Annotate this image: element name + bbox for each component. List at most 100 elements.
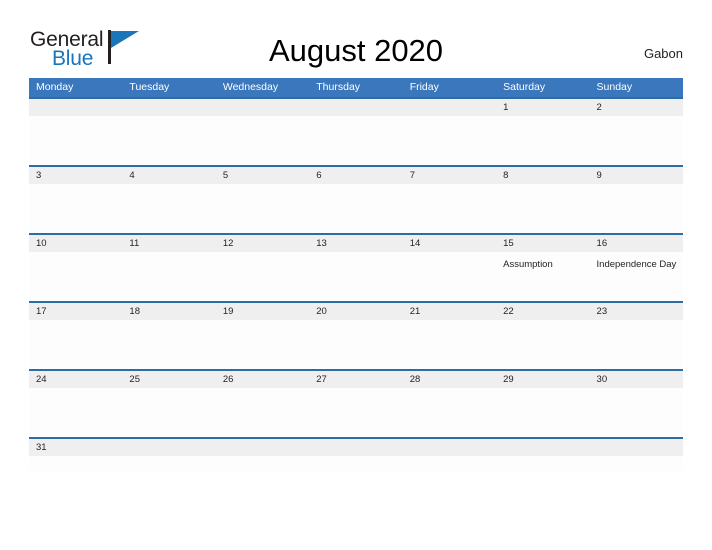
day-cell[interactable] <box>216 456 309 471</box>
day-cell[interactable] <box>403 320 496 369</box>
day-cell[interactable]: Assumption <box>496 252 589 301</box>
date-number[interactable] <box>309 439 402 456</box>
page-header: General Blue August 2020 Gabon <box>0 0 712 78</box>
date-number[interactable] <box>403 439 496 456</box>
weekday-header-thursday: Thursday <box>316 81 361 93</box>
date-number[interactable]: 27 <box>309 371 402 388</box>
day-cell[interactable] <box>216 320 309 369</box>
day-cell[interactable] <box>403 252 496 301</box>
day-cell[interactable] <box>496 184 589 233</box>
date-number[interactable]: 8 <box>496 167 589 184</box>
date-number[interactable] <box>590 439 683 456</box>
day-cell[interactable] <box>309 388 402 437</box>
date-number[interactable]: 17 <box>29 303 122 320</box>
day-cell[interactable] <box>309 116 402 165</box>
date-number[interactable]: 12 <box>216 235 309 252</box>
day-cell[interactable] <box>590 320 683 369</box>
day-cell[interactable] <box>216 116 309 165</box>
date-number[interactable] <box>216 439 309 456</box>
day-cell[interactable] <box>403 456 496 471</box>
weekday-header-wednesday: Wednesday <box>222 81 279 93</box>
day-cell[interactable] <box>496 320 589 369</box>
day-cell[interactable] <box>309 320 402 369</box>
date-number[interactable]: 30 <box>590 371 683 388</box>
date-number[interactable]: 15 <box>496 235 589 252</box>
date-number[interactable]: 18 <box>122 303 215 320</box>
day-cell[interactable] <box>29 456 122 471</box>
date-number[interactable]: 7 <box>403 167 496 184</box>
date-number[interactable] <box>122 439 215 456</box>
day-cell[interactable]: Independence Day <box>590 252 683 301</box>
day-cell[interactable] <box>496 456 589 471</box>
date-number[interactable] <box>216 99 309 116</box>
holiday-label: Independence Day <box>596 259 677 270</box>
weekday-header-row: Monday Tuesday Wednesday Thursday Friday… <box>29 78 683 97</box>
date-number[interactable]: 3 <box>29 167 122 184</box>
day-cell[interactable] <box>29 252 122 301</box>
date-number[interactable] <box>309 99 402 116</box>
week-body-band <box>29 388 683 437</box>
day-cell[interactable] <box>496 116 589 165</box>
day-cell[interactable] <box>309 252 402 301</box>
day-cell[interactable] <box>29 320 122 369</box>
date-number[interactable]: 14 <box>403 235 496 252</box>
day-cell[interactable] <box>29 184 122 233</box>
day-cell[interactable] <box>122 456 215 471</box>
date-number[interactable]: 22 <box>496 303 589 320</box>
day-cell[interactable] <box>122 320 215 369</box>
date-number[interactable]: 2 <box>590 99 683 116</box>
day-cell[interactable] <box>122 184 215 233</box>
day-cell[interactable] <box>590 388 683 437</box>
day-cell[interactable] <box>122 388 215 437</box>
date-number[interactable]: 26 <box>216 371 309 388</box>
date-number[interactable]: 4 <box>122 167 215 184</box>
day-cell[interactable] <box>403 184 496 233</box>
date-number[interactable]: 31 <box>29 439 122 456</box>
day-cell[interactable] <box>29 388 122 437</box>
date-number[interactable]: 9 <box>590 167 683 184</box>
day-cell[interactable] <box>590 116 683 165</box>
day-cell[interactable] <box>29 116 122 165</box>
week-date-band: 31 <box>29 439 683 456</box>
day-cell[interactable] <box>590 456 683 471</box>
date-number[interactable]: 10 <box>29 235 122 252</box>
week-row: 10 11 12 13 14 15 16 Assumption Independ… <box>29 233 683 301</box>
week-body-band <box>29 184 683 233</box>
day-cell[interactable] <box>216 184 309 233</box>
date-number[interactable]: 24 <box>29 371 122 388</box>
date-number[interactable] <box>29 99 122 116</box>
date-number[interactable] <box>496 439 589 456</box>
day-cell[interactable] <box>122 116 215 165</box>
day-cell[interactable] <box>216 252 309 301</box>
day-cell[interactable] <box>216 388 309 437</box>
day-cell[interactable] <box>403 388 496 437</box>
date-number[interactable]: 6 <box>309 167 402 184</box>
date-number[interactable]: 13 <box>309 235 402 252</box>
date-number[interactable]: 25 <box>122 371 215 388</box>
week-body-band <box>29 116 683 165</box>
date-number[interactable]: 11 <box>122 235 215 252</box>
week-date-band: 10 11 12 13 14 15 16 <box>29 235 683 252</box>
week-row: 17 18 19 20 21 22 23 <box>29 301 683 369</box>
date-number[interactable]: 21 <box>403 303 496 320</box>
date-number[interactable]: 28 <box>403 371 496 388</box>
date-number[interactable]: 19 <box>216 303 309 320</box>
day-cell[interactable] <box>590 184 683 233</box>
day-cell[interactable] <box>496 388 589 437</box>
date-number[interactable] <box>122 99 215 116</box>
week-date-band: 17 18 19 20 21 22 23 <box>29 303 683 320</box>
date-number[interactable]: 16 <box>590 235 683 252</box>
weekday-header-monday: Monday <box>36 81 74 93</box>
day-cell[interactable] <box>122 252 215 301</box>
day-cell[interactable] <box>403 116 496 165</box>
date-number[interactable]: 1 <box>496 99 589 116</box>
date-number[interactable]: 29 <box>496 371 589 388</box>
day-cell[interactable] <box>309 184 402 233</box>
day-cell[interactable] <box>309 456 402 471</box>
week-body-band <box>29 320 683 369</box>
date-number[interactable]: 20 <box>309 303 402 320</box>
week-body-band <box>29 456 683 471</box>
date-number[interactable]: 5 <box>216 167 309 184</box>
date-number[interactable]: 23 <box>590 303 683 320</box>
date-number[interactable] <box>403 99 496 116</box>
